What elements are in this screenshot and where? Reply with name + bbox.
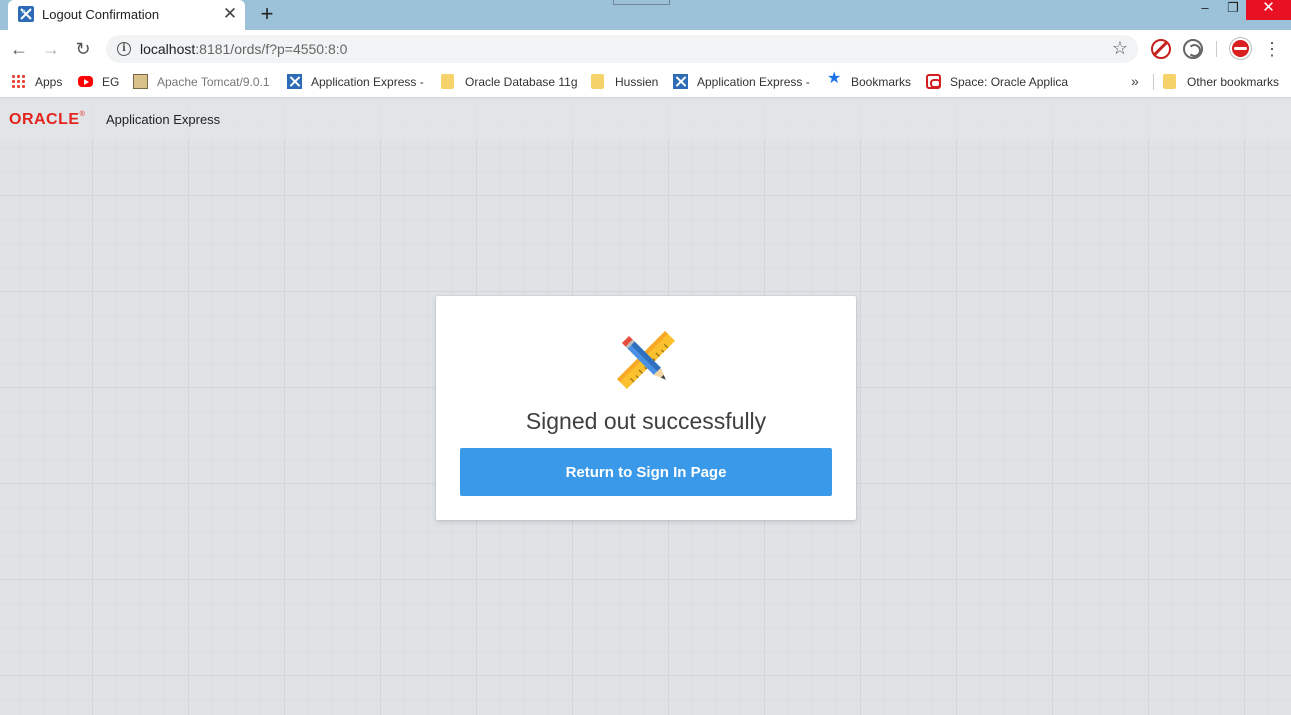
profile-avatar[interactable] xyxy=(1230,38,1251,59)
browser-titlebar: Logout Confirmation ✕ + ‒ ❐ ✕ xyxy=(0,0,1291,30)
signout-message: Signed out successfully xyxy=(525,408,767,434)
extension-icon[interactable] xyxy=(1183,39,1203,59)
adblock-extension-icon[interactable] xyxy=(1151,39,1171,59)
return-to-sign-in-button[interactable]: Return to Sign In Page xyxy=(460,448,832,496)
browser-toolbar: ← → ↻ i localhost:8181/ords/f?p=4550:8:0… xyxy=(0,30,1291,67)
tab-title: Logout Confirmation xyxy=(42,7,160,22)
browser-tab[interactable]: Logout Confirmation ✕ xyxy=(8,0,245,30)
restore-button[interactable]: ❐ xyxy=(1218,0,1248,20)
close-window-button[interactable]: ✕ xyxy=(1246,0,1291,20)
page-content: ORACLE® Application Express Signed out s… xyxy=(0,98,1291,715)
youtube-icon xyxy=(78,76,93,87)
folder-icon xyxy=(441,74,454,89)
bookmarks-bar: Apps EG Apache Tomcat/9.0.1 Application … xyxy=(0,67,1291,98)
address-url[interactable]: localhost:8181/ords/f?p=4550:8:0 xyxy=(140,41,347,57)
folder-icon xyxy=(1163,74,1176,89)
url-path: :8181/ords/f?p=4550:8:0 xyxy=(195,41,348,57)
address-bar[interactable]: i localhost:8181/ords/f?p=4550:8:0 ☆ xyxy=(106,35,1138,63)
apex-icon xyxy=(673,74,688,89)
minimize-button[interactable]: ‒ xyxy=(1190,0,1220,20)
apex-favicon-icon xyxy=(18,6,34,22)
oracle-icon xyxy=(926,74,941,89)
apex-icon xyxy=(287,74,302,89)
new-tab-button[interactable]: + xyxy=(256,2,278,26)
folder-icon xyxy=(591,74,604,89)
back-icon[interactable]: ← xyxy=(6,36,32,62)
pencil-ruler-icon xyxy=(617,331,675,389)
browser-menu-icon[interactable]: ⋮ xyxy=(1263,36,1281,62)
tab-close-icon[interactable]: ✕ xyxy=(221,4,239,24)
toolbar-divider xyxy=(1216,41,1217,57)
window-drag-handle[interactable] xyxy=(613,0,670,5)
app-name: Application Express xyxy=(106,112,221,127)
url-host: localhost xyxy=(140,41,196,57)
oracle-logo[interactable]: ORACLE® xyxy=(9,111,85,129)
apps-grid-icon xyxy=(11,74,26,89)
bookmarks-overflow-icon[interactable]: » xyxy=(1131,73,1139,89)
app-header: ORACLE® Application Express xyxy=(0,98,1291,140)
site-info-icon[interactable]: i xyxy=(117,42,131,56)
reload-icon[interactable]: ↻ xyxy=(70,36,96,62)
forward-icon[interactable]: → xyxy=(38,36,64,62)
bookmark-star-icon[interactable]: ☆ xyxy=(1112,38,1128,59)
star-icon: ★ xyxy=(827,70,842,87)
tomcat-icon xyxy=(133,74,148,89)
logout-card: Signed out successfully Return to Sign I… xyxy=(436,296,856,520)
bookmarks-divider xyxy=(1153,74,1154,90)
